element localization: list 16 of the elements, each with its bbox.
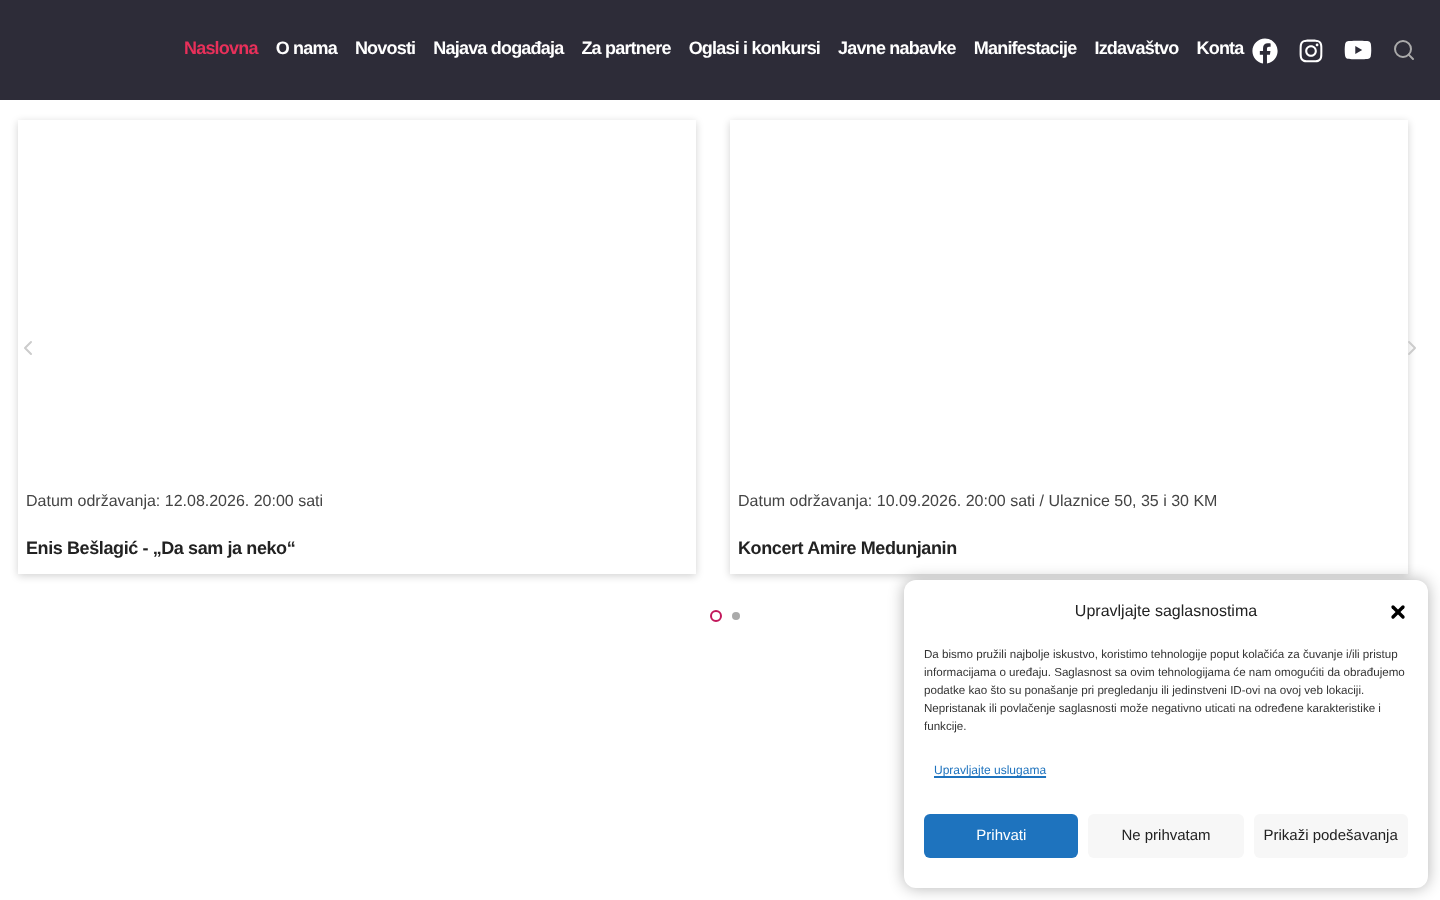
nav-link[interactable]: Konta: [1196, 36, 1244, 64]
event-title[interactable]: Enis Bešlagić - „Da sam ja neko“: [26, 535, 688, 562]
nav-link[interactable]: Izdavaštvo: [1094, 36, 1179, 64]
nav-link[interactable]: Oglasi i konkursi: [688, 36, 821, 64]
event-card[interactable]: Datum održavanja: 10.09.2026. 20:00 sati / Ulaznice 50, 35 i 30 KM Koncert Amire Medunjanin: [730, 120, 1408, 574]
event-date: Datum održavanja: 10.09.2026. 20:00 sati / Ulaznice 50, 35 i 30 KM: [738, 489, 1220, 513]
nav-link[interactable]: Javne nabavke: [838, 36, 956, 64]
nav-link[interactable]: Novosti: [354, 36, 416, 64]
event-date: Datum održavanja: 12.08.2026. 20:00 sati: [26, 489, 326, 513]
nav-link[interactable]: O nama: [275, 36, 337, 64]
dialog-title: Upravljajte saglasnostima: [1074, 600, 1258, 624]
event-card[interactable]: Datum održavanja: 12.08.2026. 20:00 sati Enis Bešlagić - „Da sam ja neko“: [18, 120, 696, 574]
event-title[interactable]: Koncert Amire Medunjanin: [738, 535, 1400, 562]
nav-link[interactable]: Najava događaja: [433, 36, 564, 64]
nav-link[interactable]: Za partnere: [581, 36, 671, 64]
nav-link[interactable]: Manifestacije: [973, 36, 1077, 64]
